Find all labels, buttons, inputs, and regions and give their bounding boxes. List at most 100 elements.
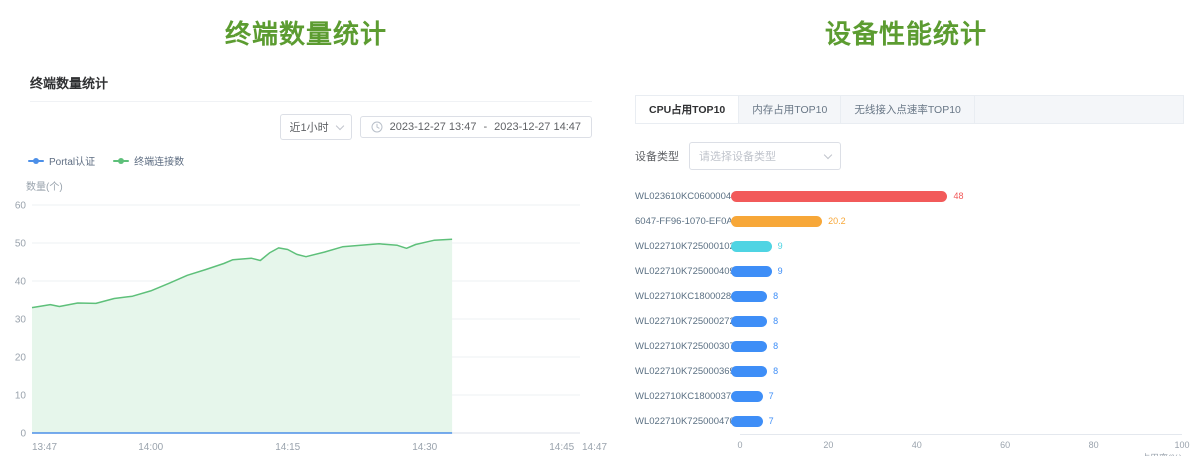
bar-chart-axis: 占用率(%) 020406080100 bbox=[635, 434, 1182, 456]
bar-track: 7 bbox=[731, 416, 1182, 427]
bar[interactable] bbox=[731, 341, 767, 352]
bar-track: 8 bbox=[731, 341, 1182, 352]
chevron-down-icon bbox=[824, 150, 832, 158]
device-performance-section: 设备性能统计 CPU占用TOP10 内存占用TOP10 无线接入点速率TOP10… bbox=[612, 0, 1200, 456]
date-start: 2023-12-27 13:47 bbox=[390, 121, 477, 133]
x-tick-label: 14:45 bbox=[549, 442, 574, 453]
bar[interactable] bbox=[731, 216, 822, 227]
bar-category-label: WL022710K725000307 bbox=[635, 341, 731, 352]
x-tick-label: 14:00 bbox=[138, 442, 163, 453]
bar[interactable] bbox=[731, 366, 767, 377]
bar-row: WL022710K725000102 9 bbox=[635, 234, 1182, 259]
bar-value-label: 7 bbox=[769, 391, 774, 402]
x-tick-label: 14:15 bbox=[275, 442, 300, 453]
chart-legend: Portal认证 终端连接数 bbox=[28, 153, 592, 168]
x-tick-label: 40 bbox=[912, 440, 922, 450]
x-tick-label: 60 bbox=[1000, 440, 1010, 450]
x-tick-label: 0 bbox=[737, 440, 742, 450]
device-type-select[interactable]: 请选择设备类型 bbox=[689, 142, 841, 170]
bar-axis-track: 占用率(%) 020406080100 bbox=[740, 434, 1182, 456]
terminal-stats-section: 终端数量统计 终端数量统计 近1小时 2023-12-27 13:47 - 20… bbox=[0, 0, 612, 456]
bar-track: 9 bbox=[731, 241, 1182, 252]
bar-row: WL022710K725000369 8 bbox=[635, 359, 1182, 384]
bar-track: 7 bbox=[731, 391, 1182, 402]
bar-track: 9 bbox=[731, 266, 1182, 277]
x-tick-label: 80 bbox=[1089, 440, 1099, 450]
bar-track: 20.2 bbox=[731, 216, 1182, 227]
bar-value-label: 48 bbox=[953, 191, 963, 202]
legend-item-portal-auth[interactable]: Portal认证 bbox=[28, 153, 95, 168]
device-type-label: 设备类型 bbox=[635, 148, 679, 164]
bar-value-label: 7 bbox=[769, 416, 774, 427]
bar-category-label: WL022710K725000369 bbox=[635, 366, 731, 377]
y-tick-label: 10 bbox=[15, 391, 27, 402]
bar-category-label: WL022710KC18000280 bbox=[635, 291, 731, 302]
date-separator: - bbox=[483, 121, 487, 133]
bar[interactable] bbox=[731, 241, 772, 252]
bar-category-label: 6047-FF96-1070-EF0A bbox=[635, 216, 731, 227]
panel-header: 终端数量统计 bbox=[30, 73, 592, 102]
tab-cpu-top10[interactable]: CPU占用TOP10 bbox=[636, 96, 739, 123]
bar-track: 8 bbox=[731, 366, 1182, 377]
bar-row: 6047-FF96-1070-EF0A20.2 bbox=[635, 209, 1182, 234]
bar[interactable] bbox=[731, 291, 767, 302]
legend-item-terminal-connections[interactable]: 终端连接数 bbox=[113, 153, 184, 168]
bar[interactable] bbox=[731, 266, 772, 277]
bar-value-label: 8 bbox=[773, 291, 778, 302]
performance-tabs: CPU占用TOP10 内存占用TOP10 无线接入点速率TOP10 bbox=[635, 95, 1184, 124]
cpu-top10-bar-chart[interactable]: WL023610KC06000043 48 6047-FF96-1070-EF0A2… bbox=[635, 184, 1182, 434]
bar-category-label: WL023610KC06000043 bbox=[635, 191, 731, 202]
bar-value-label: 9 bbox=[778, 266, 783, 277]
legend-label: 终端连接数 bbox=[134, 153, 184, 168]
legend-label: Portal认证 bbox=[49, 153, 95, 168]
bar[interactable] bbox=[731, 191, 947, 202]
chart-controls: 近1小时 2023-12-27 13:47 - 2023-12-27 14:47 bbox=[30, 114, 592, 140]
dashboard-page: 终端数量统计 终端数量统计 近1小时 2023-12-27 13:47 - 20… bbox=[0, 0, 1200, 456]
bar-row: WL022710K725000470 7 bbox=[635, 409, 1182, 434]
axis-spacer bbox=[635, 434, 740, 456]
tab-memory-top10[interactable]: 内存占用TOP10 bbox=[739, 96, 841, 123]
bar-track: 8 bbox=[731, 291, 1182, 302]
bar[interactable] bbox=[731, 316, 767, 327]
bar-row: WL022710K7250002728 bbox=[635, 309, 1182, 334]
y-axis-title: 数量(个) bbox=[26, 178, 612, 193]
terminal-count-chart[interactable]: 010203040506013:4714:0014:1514:3014:4514… bbox=[14, 195, 614, 456]
tab-wireless-ap-rate-top10[interactable]: 无线接入点速率TOP10 bbox=[841, 96, 975, 123]
panel-title: 终端数量统计 bbox=[30, 73, 592, 92]
bar-category-label: WL022710K725000470 bbox=[635, 416, 731, 427]
y-tick-label: 60 bbox=[15, 201, 27, 212]
bar[interactable] bbox=[731, 416, 763, 427]
date-end: 2023-12-27 14:47 bbox=[494, 121, 581, 133]
y-tick-label: 40 bbox=[15, 277, 27, 288]
line-series-icon bbox=[113, 157, 129, 165]
line-series-icon bbox=[28, 157, 44, 165]
device-type-filter: 设备类型 请选择设备类型 bbox=[635, 142, 1200, 170]
bar-row: WL022710KC180003727 bbox=[635, 384, 1182, 409]
device-type-placeholder: 请选择设备类型 bbox=[699, 148, 776, 164]
time-range-value: 近1小时 bbox=[289, 119, 328, 135]
date-range-picker[interactable]: 2023-12-27 13:47 - 2023-12-27 14:47 bbox=[360, 116, 592, 138]
time-range-select[interactable]: 近1小时 bbox=[280, 114, 351, 140]
clock-icon bbox=[371, 121, 383, 133]
x-tick-label: 14:30 bbox=[412, 442, 437, 453]
chevron-down-icon bbox=[335, 121, 343, 129]
y-tick-label: 50 bbox=[15, 239, 27, 250]
bar[interactable] bbox=[731, 391, 763, 402]
y-tick-label: 0 bbox=[20, 429, 26, 440]
bar-value-label: 9 bbox=[778, 241, 783, 252]
x-tick-label: 20 bbox=[823, 440, 833, 450]
bar-track: 48 bbox=[731, 191, 1182, 202]
bar-row: WL022710KC18000280 8 bbox=[635, 284, 1182, 309]
x-axis-title: 占用率(%) bbox=[1141, 451, 1182, 456]
bar-row: WL023610KC06000043 48 bbox=[635, 184, 1182, 209]
series-area-fill bbox=[32, 239, 452, 433]
bar-value-label: 8 bbox=[773, 341, 778, 352]
bar-row: WL022710K725000307 8 bbox=[635, 334, 1182, 359]
bar-value-label: 8 bbox=[773, 366, 778, 377]
y-tick-label: 30 bbox=[15, 315, 27, 326]
bar-category-label: WL022710K725000102 bbox=[635, 241, 731, 252]
section-header-performance: 设备性能统计 bbox=[612, 14, 1200, 51]
x-tick-label: 13:47 bbox=[32, 442, 57, 453]
bar-category-label: WL022710K725000409 bbox=[635, 266, 731, 277]
x-tick-label: 14:47 bbox=[582, 442, 607, 453]
